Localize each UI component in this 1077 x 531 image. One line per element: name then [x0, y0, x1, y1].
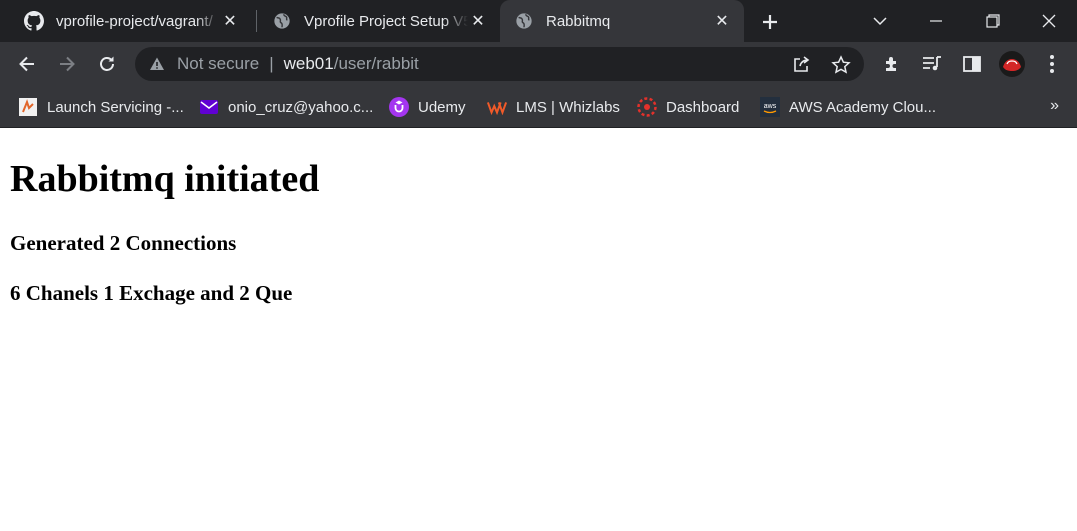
reload-icon [100, 56, 114, 71]
tab-search-button[interactable] [852, 0, 908, 42]
url-path: /user/rabbit [333, 54, 419, 73]
back-arrow-icon [19, 56, 34, 72]
back-button[interactable] [13, 50, 41, 78]
url-host: web01 [283, 54, 334, 73]
more-vert-icon [1050, 55, 1054, 73]
tab-rabbitmq[interactable]: Rabbitmq ✕ [500, 0, 744, 42]
minimize-button[interactable] [908, 0, 964, 42]
bookmark-udemy[interactable]: Udemy [389, 95, 466, 119]
bookmark-launch-servicing[interactable]: Launch Servicing -... [18, 95, 184, 119]
page-heading: Rabbitmq initiated [10, 158, 320, 200]
connections-text: Generated 2 Connections [10, 231, 237, 255]
aws-icon: aws [760, 97, 780, 117]
launch-servicing-icon [18, 97, 38, 117]
bookmark-label: AWS Academy Clou... [789, 98, 936, 116]
close-icon[interactable]: ✕ [468, 11, 488, 31]
puzzle-icon [886, 57, 896, 71]
udemy-icon [389, 97, 409, 117]
warning-icon[interactable] [149, 55, 167, 73]
bookmark-whizlabs[interactable]: LMS | Whizlabs [487, 95, 620, 119]
tab-divider [256, 10, 257, 32]
bookmark-yahoo-mail[interactable]: onio_cruz@yahoo.c... [199, 95, 373, 119]
globe-icon [272, 11, 292, 31]
close-icon[interactable]: ✕ [712, 11, 732, 31]
share-icon[interactable] [790, 54, 812, 76]
security-label[interactable]: Not secure [177, 54, 259, 74]
tab-vprofile-vagrant[interactable]: vprofile-project/vagrant/ ✕ [14, 0, 250, 42]
close-icon[interactable]: ✕ [220, 11, 240, 31]
bookmark-label: onio_cruz@yahoo.c... [228, 98, 374, 116]
whizlabs-icon [487, 97, 507, 117]
svg-text:aws: aws [764, 103, 777, 110]
minimize-icon [930, 20, 942, 22]
restore-button[interactable] [965, 0, 1021, 42]
chevron-down-icon [873, 17, 887, 26]
github-icon [24, 11, 44, 31]
bookmark-label: LMS | Whizlabs [516, 98, 620, 116]
browser-chrome: vprofile-project/vagrant/ ✕ Vprofile Pro… [0, 0, 1077, 128]
tab-strip: vprofile-project/vagrant/ ✕ Vprofile Pro… [0, 0, 1077, 42]
tab-vprofile-setup[interactable]: Vprofile Project Setup V5 ✕ [262, 0, 498, 42]
media-control-button[interactable] [918, 50, 946, 78]
dashboard-icon [637, 97, 657, 117]
bookmark-dashboard[interactable]: Dashboard [637, 95, 739, 119]
new-tab-button[interactable] [757, 9, 783, 35]
close-icon [1042, 14, 1056, 28]
bookmark-label: Udemy [418, 98, 466, 116]
playlist-icon [923, 56, 941, 71]
yahoo-mail-icon [199, 97, 219, 117]
menu-button[interactable] [1038, 50, 1066, 78]
address-divider: | [269, 54, 274, 73]
forward-arrow-icon [60, 56, 75, 72]
channels-text: 6 Chanels 1 Exchage and 2 Que [10, 281, 293, 305]
close-window-button[interactable] [1021, 0, 1077, 42]
avatar [999, 51, 1025, 77]
side-panel-button[interactable] [958, 50, 986, 78]
bookmark-star-icon[interactable] [830, 54, 852, 76]
restore-icon [986, 14, 1000, 28]
bookmark-aws-academy[interactable]: aws AWS Academy Clou... [760, 95, 936, 119]
tab-title: Rabbitmq [546, 12, 611, 30]
globe-icon [514, 11, 534, 31]
tab-title: vprofile-project/vagrant/ [56, 12, 213, 30]
bookmark-label: Launch Servicing -... [47, 98, 184, 116]
reload-button[interactable] [93, 50, 121, 78]
page-content: Rabbitmq initiated Generated 2 Connectio… [0, 159, 1077, 305]
profile-button[interactable] [998, 50, 1026, 78]
bookmark-label: Dashboard [666, 98, 740, 116]
toolbar: Not secure | web01/user/rabbit [0, 42, 1077, 86]
extensions-button[interactable] [878, 50, 906, 78]
bookmarks-overflow-button[interactable]: » [1050, 97, 1059, 115]
address-bar[interactable]: Not secure | web01/user/rabbit [135, 47, 864, 81]
side-panel-icon [963, 56, 981, 72]
forward-button[interactable] [53, 50, 81, 78]
tab-title: Vprofile Project Setup V5 [304, 12, 468, 30]
bookmarks-bar: Launch Servicing -... onio_cruz@yahoo.c.… [0, 86, 1077, 128]
